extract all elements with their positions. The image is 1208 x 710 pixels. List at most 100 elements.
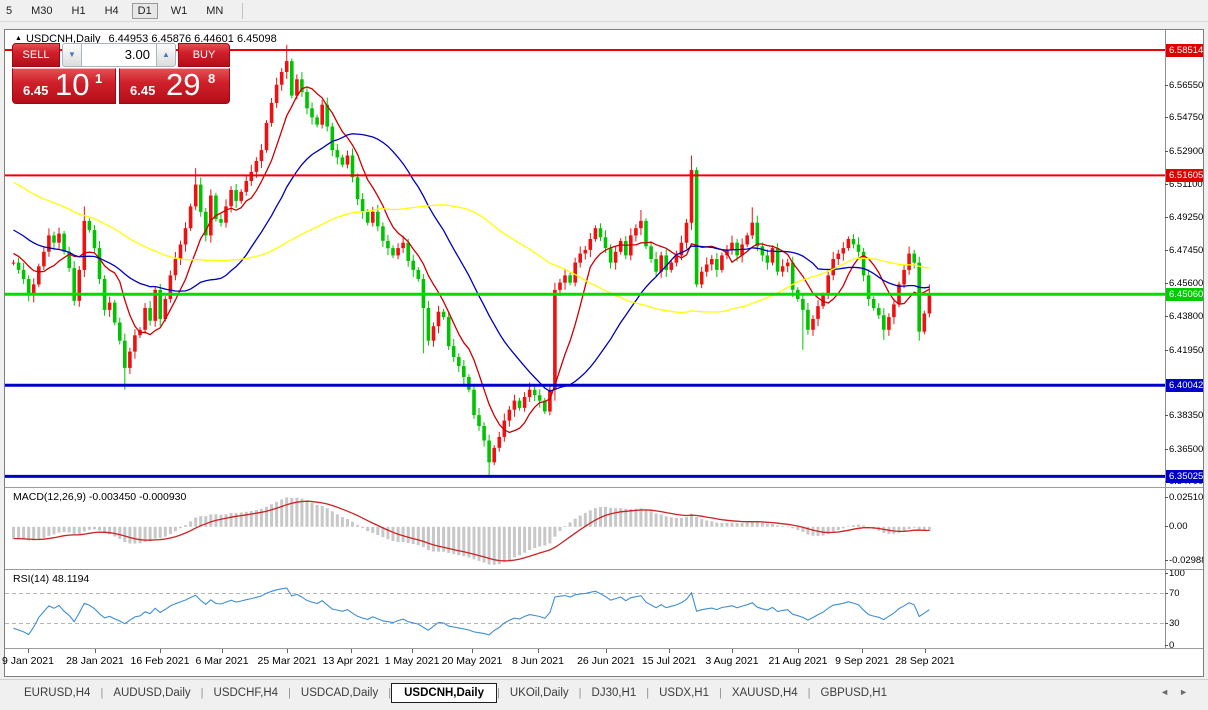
price-tick-label: 6.56550 — [1169, 80, 1203, 92]
buy-price-prefix: 6.45 — [130, 83, 155, 98]
arrow-down-icon: ▼ — [68, 50, 76, 59]
price-level-badge: 6.40042 — [1166, 379, 1203, 392]
sell-price-prefix: 6.45 — [23, 83, 48, 98]
rsi-scale-label: 70 — [1169, 588, 1180, 600]
tab-dj30-h1[interactable]: DJ30,H1 — [582, 684, 647, 702]
time-tick — [798, 649, 799, 653]
time-label: 1 May 2021 — [385, 655, 440, 667]
time-label: 9 Sep 2021 — [835, 655, 889, 667]
time-tick — [222, 649, 223, 653]
time-label: 9 Jan 2021 — [2, 655, 54, 667]
lot-size-input[interactable]: 3.00 — [82, 43, 156, 67]
timeframe-button-h1[interactable]: H1 — [66, 3, 92, 19]
time-tick — [925, 649, 926, 653]
price-level-badge: 6.51605 — [1166, 169, 1203, 182]
time-label: 28 Sep 2021 — [895, 655, 955, 667]
time-label: 21 Aug 2021 — [769, 655, 828, 667]
time-label: 16 Feb 2021 — [131, 655, 190, 667]
ma-line-8 — [14, 87, 930, 432]
time-tick — [412, 649, 413, 653]
time-tick — [606, 649, 607, 653]
tab-ukoil-daily[interactable]: UKOil,Daily — [500, 684, 579, 702]
time-tick — [95, 649, 96, 653]
timeframe-button-mn[interactable]: MN — [200, 3, 229, 19]
time-label: 20 May 2021 — [442, 655, 503, 667]
time-tick — [287, 649, 288, 653]
macd-pane[interactable]: 0.025108 0.00 -0.029881 MACD(12,26,9) -0.0… — [5, 487, 1203, 569]
main-chart-pane[interactable]: 6.565506.547506.529006.511006.492506.474… — [5, 30, 1203, 487]
tab-eurusd-h4[interactable]: EURUSD,H4 — [14, 684, 100, 702]
toolbar-separator — [242, 3, 243, 19]
macd-histogram — [12, 497, 931, 564]
timeframe-button-5[interactable]: 5 — [0, 3, 18, 19]
rsi-chart[interactable] — [5, 570, 1165, 648]
macd-scale-label: -0.029881 — [1169, 555, 1203, 567]
time-tick — [351, 649, 352, 653]
time-label: 8 Jun 2021 — [512, 655, 564, 667]
buy-price-pip: 8 — [208, 71, 215, 86]
time-tick — [862, 649, 863, 653]
price-tick-label: 6.52900 — [1169, 146, 1203, 158]
tab-scroll-arrows[interactable]: ◄► — [1160, 687, 1198, 697]
time-label: 3 Aug 2021 — [705, 655, 758, 667]
time-label: 25 Mar 2021 — [258, 655, 317, 667]
sell-price-big: 10 — [55, 67, 89, 103]
rsi-line — [14, 588, 930, 635]
price-tick-label: 6.54750 — [1169, 112, 1203, 124]
tab-usdcad-daily[interactable]: USDCAD,Daily — [291, 684, 388, 702]
arrow-up-icon: ▲ — [162, 50, 170, 59]
macd-axis: 0.025108 0.00 -0.029881 — [1165, 488, 1203, 569]
time-label: 6 Mar 2021 — [195, 655, 248, 667]
price-level-badge: 6.35025 — [1166, 470, 1203, 483]
price-level-badge: 6.58514 — [1166, 44, 1203, 57]
timeframe-button-w1[interactable]: W1 — [165, 3, 194, 19]
time-tick — [732, 649, 733, 653]
tab-usdchf-h4[interactable]: USDCHF,H4 — [204, 684, 289, 702]
rsi-scale-label: 100 — [1169, 569, 1185, 580]
time-tick — [28, 649, 29, 653]
time-tick — [669, 649, 670, 653]
time-tick — [160, 649, 161, 653]
timeframe-button-h4[interactable]: H4 — [99, 3, 125, 19]
price-tick-label: 6.38350 — [1169, 410, 1203, 422]
macd-label: MACD(12,26,9) -0.003450 -0.000930 — [13, 491, 186, 503]
tab-audusd-daily[interactable]: AUDUSD,Daily — [103, 684, 200, 702]
tab-usdcnh-daily[interactable]: USDCNH,Daily — [391, 683, 497, 703]
lot-increase-button[interactable]: ▲ — [156, 43, 176, 67]
timeframe-toolbar: 5 M30 H1 H4 D1 W1 MN — [0, 0, 1208, 22]
buy-button[interactable]: BUY — [178, 43, 230, 67]
rsi-scale-label: 0 — [1169, 640, 1174, 648]
sell-button[interactable]: SELL — [12, 43, 60, 67]
price-level-badge: 6.45060 — [1166, 288, 1203, 301]
time-label: 15 Jul 2021 — [642, 655, 696, 667]
macd-scale-label: 0.00 — [1169, 521, 1188, 533]
price-axis[interactable]: 6.565506.547506.529006.511006.492506.474… — [1165, 30, 1203, 487]
time-tick — [472, 649, 473, 653]
price-tick-label: 6.36500 — [1169, 444, 1203, 456]
sell-price-panel[interactable]: 6.45101 — [12, 68, 116, 104]
tab-usdx-h1[interactable]: USDX,H1 — [649, 684, 719, 702]
timeframe-button-d1[interactable]: D1 — [132, 3, 158, 19]
time-label: 28 Jan 2021 — [66, 655, 124, 667]
time-axis[interactable]: 9 Jan 2021 28 Jan 2021 16 Feb 2021 6 Mar 20… — [5, 648, 1203, 676]
collapse-triangle-icon[interactable]: ▲ — [15, 35, 22, 42]
price-tick-label: 6.41950 — [1169, 345, 1203, 357]
time-label: 13 Apr 2021 — [323, 655, 380, 667]
timeframe-button-m30[interactable]: M30 — [25, 3, 58, 19]
time-label: 26 Jun 2021 — [577, 655, 635, 667]
one-click-trading-widget: SELL ▼ 3.00 ▲ BUY 6.45101 6.45298 — [12, 43, 230, 104]
rsi-axis: 100 70 30 0 — [1165, 570, 1203, 648]
chart-tabs-bar: EURUSD,H4|AUDUSD,Daily|USDCHF,H4|USDCAD,… — [0, 679, 1208, 706]
lot-decrease-button[interactable]: ▼ — [62, 43, 82, 67]
buy-price-panel[interactable]: 6.45298 — [119, 68, 230, 104]
price-tick-label: 6.43800 — [1169, 311, 1203, 323]
rsi-pane[interactable]: 10070300 RSI(14) 48.1194 — [5, 569, 1203, 648]
tab-xauusd-h4[interactable]: XAUUSD,H4 — [722, 684, 808, 702]
chart-window: 6.565506.547506.529006.511006.492506.474… — [4, 29, 1204, 677]
time-tick — [538, 649, 539, 653]
macd-scale-label: 0.025108 — [1169, 492, 1203, 504]
tab-gbpusd-h1[interactable]: GBPUSD,H1 — [811, 684, 897, 702]
rsi-scale-label: 30 — [1169, 618, 1180, 630]
price-tick-label: 6.47450 — [1169, 245, 1203, 257]
price-tick-label: 6.49250 — [1169, 212, 1203, 224]
